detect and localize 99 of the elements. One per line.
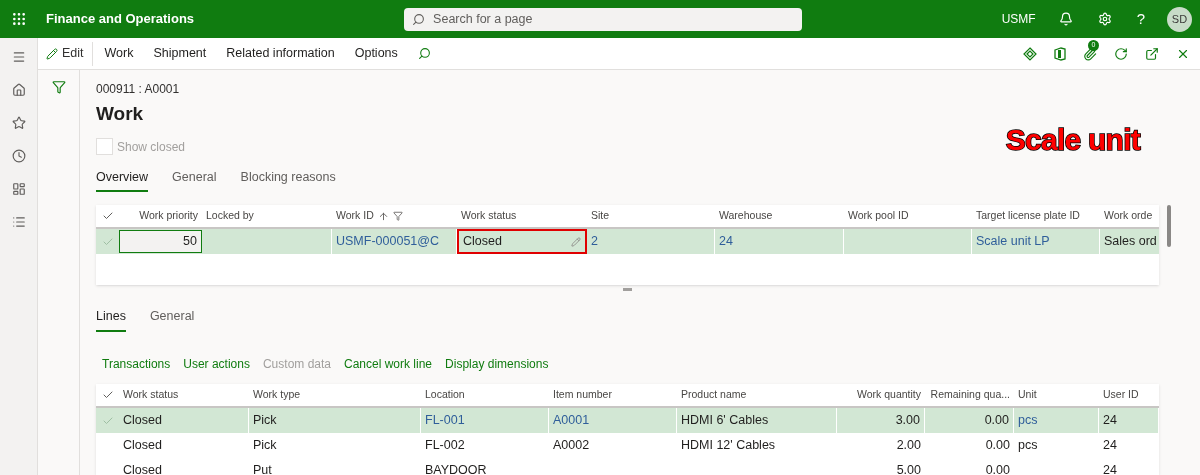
workspaces-icon[interactable] — [11, 182, 26, 196]
app-title[interactable]: Finance and Operations — [46, 9, 195, 29]
tab[interactable]: General — [172, 167, 217, 193]
table-cell-text: Closed — [123, 412, 162, 430]
tab[interactable]: General — [149, 307, 195, 332]
select-all-icon[interactable] — [101, 389, 114, 401]
table-cell-text: Put — [253, 462, 272, 475]
tab[interactable]: Overview — [96, 167, 149, 193]
column-header[interactable]: Location — [425, 387, 465, 403]
menu-tab[interactable]: Shipment — [145, 44, 215, 63]
table-cell-text: pcs — [1018, 437, 1038, 455]
splitter-handle[interactable] — [623, 288, 632, 292]
annotation-label: Scale unit — [1005, 122, 1140, 158]
diamond-icon[interactable] — [1023, 46, 1037, 61]
help-button[interactable]: ? — [1136, 7, 1145, 31]
menu-icon[interactable] — [11, 50, 26, 64]
menu-tab[interactable]: Work — [96, 44, 142, 63]
search-icon — [412, 12, 426, 26]
refresh-icon[interactable] — [1114, 46, 1128, 61]
table-cell-text: A0002 — [553, 437, 590, 455]
app-launcher-icon[interactable] — [11, 11, 27, 27]
table-cell-text: Pick — [253, 437, 277, 455]
edit-button[interactable]: Edit — [38, 41, 93, 66]
table-cell-text: 24 — [1103, 462, 1117, 475]
cell-link[interactable]: Scale unit LP — [976, 232, 1050, 252]
table-cell-text: 0.00 — [985, 437, 1010, 455]
table-cell-text: 24 — [1103, 412, 1117, 430]
open-new-window-icon[interactable] — [1145, 46, 1159, 61]
cell-link[interactable]: 24 — [719, 232, 733, 252]
pencil-icon — [46, 47, 58, 60]
home-icon[interactable] — [11, 83, 26, 97]
column-header[interactable]: Site — [591, 208, 610, 225]
table-cell-text: 0.00 — [985, 462, 1010, 475]
filter-icon — [392, 211, 403, 222]
menu-tab[interactable]: Options — [346, 44, 406, 63]
toolbar-button[interactable]: Cancel work line — [344, 355, 433, 373]
tab[interactable]: Blocking reasons — [240, 167, 336, 193]
toolbar-button[interactable]: Transactions — [102, 355, 171, 373]
office-icon[interactable] — [1054, 46, 1066, 61]
cell-link[interactable]: USMF-000051@C — [336, 232, 439, 252]
company-picker[interactable]: USMF — [1001, 10, 1036, 28]
table-cell-text: Closed — [123, 462, 162, 475]
column-header[interactable]: Work priority — [139, 208, 198, 225]
user-avatar[interactable]: SD — [1167, 6, 1192, 32]
filter-icon[interactable] — [51, 80, 66, 94]
column-header[interactable]: Target license plate ID — [976, 208, 1080, 225]
priority-field[interactable]: 50 — [119, 230, 202, 254]
search-icon[interactable] — [417, 47, 431, 60]
cell-link[interactable]: 2 — [591, 232, 598, 252]
column-header[interactable]: Remaining qua... — [930, 387, 1010, 403]
column-header[interactable]: Work type — [253, 387, 301, 403]
table-cell-text: 2.00 — [896, 437, 921, 455]
column-header[interactable]: User ID — [1103, 387, 1139, 403]
cell-link[interactable]: FL-001 — [425, 411, 465, 430]
pencil-icon — [571, 236, 581, 247]
column-header[interactable]: Work status — [123, 387, 179, 403]
table-cell-text: Sales ord — [1104, 233, 1157, 251]
status-field[interactable]: Closed — [457, 229, 587, 255]
checkbox-label: Show closed — [117, 138, 186, 156]
table-cell-text: FL-002 — [425, 437, 465, 455]
page-title: Work — [96, 102, 145, 126]
column-header[interactable]: Unit — [1018, 387, 1037, 403]
cell-link[interactable]: pcs — [1018, 411, 1038, 430]
table-cell-text: HDMI 12' Cables — [681, 437, 776, 455]
search-field[interactable]: Search for a page — [404, 7, 803, 31]
menu-tab[interactable]: Related information — [218, 44, 343, 63]
table-cell-text: BAYDOOR — [425, 462, 487, 475]
cell-link[interactable]: A0001 — [553, 411, 590, 430]
notifications-icon[interactable] — [1058, 12, 1073, 26]
table-cell-text: HDMI 6' Cables — [681, 412, 769, 430]
favorites-icon[interactable] — [11, 116, 26, 130]
column-header[interactable]: Product name — [681, 387, 747, 403]
column-header[interactable]: Work orde — [1104, 208, 1153, 225]
table-row[interactable]: Closed Put BAYDOOR 5.00 0.00 24 — [96, 458, 1159, 475]
column-header[interactable]: Warehouse — [719, 208, 773, 225]
column-header[interactable]: Work pool ID — [848, 208, 909, 225]
table-cell-text: 24 — [1103, 437, 1117, 455]
table-cell-text: 3.00 — [895, 412, 920, 430]
sort-ascending-icon — [377, 210, 389, 222]
column-header[interactable]: Work ID — [336, 208, 403, 225]
table-row[interactable]: Closed Pick FL-002 A0002 HDMI 12' Cables 2.00 0.00 pcs 24 — [96, 433, 1159, 458]
settings-icon[interactable] — [1097, 12, 1112, 26]
breadcrumb: 000911 : A0001 — [96, 81, 181, 98]
table-cell-text: Pick — [253, 412, 277, 430]
modules-icon[interactable] — [11, 215, 26, 229]
table-cell-text: 0.00 — [984, 412, 1009, 430]
toolbar-button[interactable]: User actions — [183, 355, 250, 373]
toolbar-button[interactable]: Display dimensions — [445, 355, 549, 373]
table-row[interactable]: Closed Pick FL-001 A0001 HDMI 6' Cables 3.00 0.00 pcs 24 — [96, 408, 1159, 433]
recent-icon[interactable] — [11, 149, 26, 163]
table-cell-text: Closed — [123, 437, 162, 455]
tab[interactable]: Lines — [96, 307, 126, 332]
table-cell-text: 5.00 — [896, 462, 921, 475]
column-header[interactable]: Work status — [461, 208, 517, 225]
table-row[interactable]: 50 USMF-000051@C Closed 2 24 Scale unit LP Sales ord — [96, 229, 1159, 255]
column-header[interactable]: Item number — [553, 387, 612, 403]
scrollbar[interactable] — [1167, 205, 1171, 248]
column-header[interactable]: Work quantity — [857, 387, 921, 403]
column-header[interactable]: Locked by — [206, 208, 254, 225]
